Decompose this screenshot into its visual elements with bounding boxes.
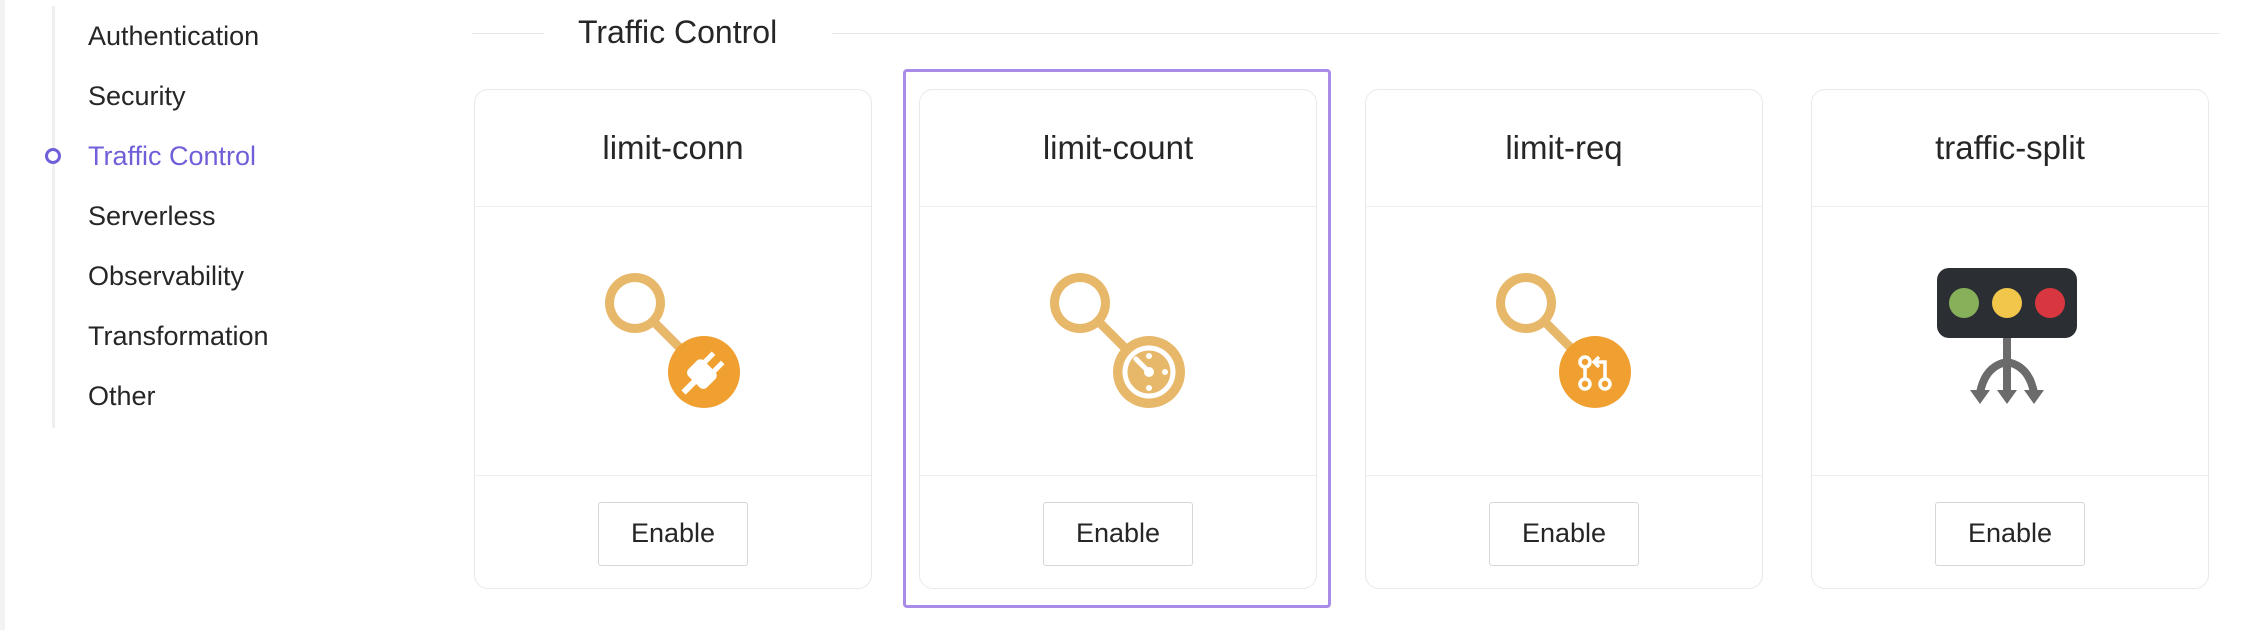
- limit-conn-plug-icon: [605, 273, 740, 408]
- plugin-card-icon-area: [1812, 207, 2208, 476]
- enable-button-traffic-split[interactable]: Enable: [1935, 501, 2085, 566]
- limit-count-gauge-icon: [1050, 273, 1185, 408]
- plugin-card-limit-conn: limit-conn Enable: [474, 89, 872, 589]
- nav-item-observability[interactable]: Observability: [88, 256, 244, 296]
- plugin-card-footer: Enable: [475, 476, 871, 588]
- enable-button-limit-conn[interactable]: Enable: [598, 501, 748, 566]
- nav-item-transformation[interactable]: Transformation: [88, 316, 269, 356]
- anchor-rail: [52, 6, 55, 428]
- plugin-card-footer: Enable: [1812, 476, 2208, 588]
- category-anchor-nav: Authentication Security Traffic Control …: [0, 0, 440, 630]
- plugin-card-traffic-split: traffic-split Enable: [1811, 89, 2209, 589]
- nav-item-authentication[interactable]: Authentication: [88, 16, 259, 56]
- plugin-card-title: traffic-split: [1812, 90, 2208, 207]
- plugin-card-footer: Enable: [1366, 476, 1762, 588]
- traffic-light-split-icon: [1937, 268, 2077, 404]
- nav-item-serverless[interactable]: Serverless: [88, 196, 216, 236]
- plugin-card-title: limit-conn: [475, 90, 871, 207]
- section-divider-left: [472, 33, 544, 34]
- nav-item-other[interactable]: Other: [88, 376, 156, 416]
- plugin-card-limit-req: limit-req Enable: [1365, 89, 1763, 589]
- enable-button-limit-req[interactable]: Enable: [1489, 501, 1639, 566]
- anchor-active-dot: [45, 148, 61, 164]
- plugin-card-icon-area: [475, 207, 871, 476]
- plugin-card-footer: Enable: [920, 476, 1316, 588]
- enable-button-limit-count[interactable]: Enable: [1043, 501, 1193, 566]
- nav-item-traffic-control[interactable]: Traffic Control: [88, 136, 256, 176]
- plugin-card-icon-area: [920, 207, 1316, 476]
- plugin-card-title: limit-count: [920, 90, 1316, 207]
- section-title: Traffic Control: [578, 14, 778, 50]
- plugin-card-limit-count: limit-count Enable: [919, 89, 1317, 589]
- section-divider-right: [832, 33, 2220, 34]
- plugin-card-icon-area: [1366, 207, 1762, 476]
- plugin-page: Authentication Security Traffic Control …: [0, 0, 2252, 630]
- plugin-card-title: limit-req: [1366, 90, 1762, 207]
- limit-req-branch-icon: [1496, 273, 1631, 408]
- nav-item-security[interactable]: Security: [88, 76, 186, 116]
